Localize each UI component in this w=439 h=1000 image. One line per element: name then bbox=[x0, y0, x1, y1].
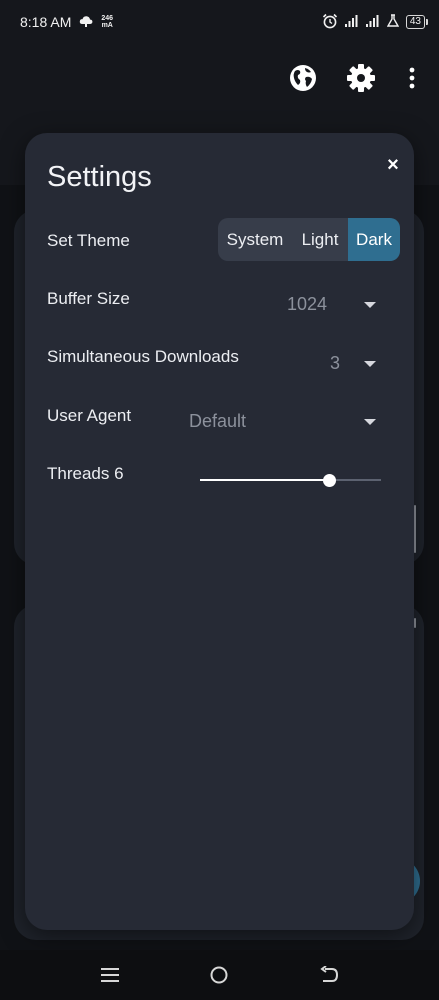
theme-option-dark[interactable]: Dark bbox=[348, 218, 400, 261]
theme-segmented-control: System Light Dark bbox=[218, 218, 400, 261]
background-scrollbar-2 bbox=[414, 618, 416, 628]
globe-icon[interactable] bbox=[287, 62, 319, 94]
status-time: 8:18 AM bbox=[20, 14, 72, 30]
dialog-title: Settings bbox=[47, 161, 152, 193]
buffer-size-label: Buffer Size bbox=[47, 289, 130, 308]
threads-label: Threads 6 bbox=[47, 464, 124, 483]
speed-value: 246 bbox=[101, 15, 114, 22]
status-bar: 8:18 AM 246 mA 43 bbox=[0, 0, 439, 44]
speed-unit: mA bbox=[101, 22, 113, 29]
flask-icon bbox=[386, 14, 400, 30]
system-nav-bar bbox=[0, 950, 439, 1000]
home-icon[interactable] bbox=[207, 964, 231, 986]
dropdown-arrow-icon bbox=[364, 302, 376, 308]
background-scrollbar bbox=[414, 505, 416, 553]
user-agent-label: User Agent bbox=[47, 406, 132, 425]
app-toolbar bbox=[0, 44, 439, 114]
user-agent-value: Default bbox=[189, 410, 247, 431]
dropdown-arrow-icon bbox=[364, 419, 376, 425]
theme-label: Set Theme bbox=[47, 231, 130, 250]
user-agent-dropdown[interactable]: Default bbox=[189, 407, 387, 435]
cloud-icon bbox=[79, 14, 93, 30]
back-icon[interactable] bbox=[317, 964, 341, 986]
slider-fill bbox=[200, 479, 329, 481]
battery-indicator: 43 bbox=[405, 15, 429, 29]
alarm-icon bbox=[322, 13, 338, 32]
simultaneous-downloads-label: Simultaneous Downloads bbox=[47, 347, 239, 366]
threads-slider[interactable] bbox=[200, 470, 381, 490]
settings-dialog: Settings × Set Theme System Light Dark B… bbox=[25, 133, 414, 930]
signal-icon-2 bbox=[365, 14, 380, 30]
theme-option-system[interactable]: System bbox=[218, 218, 292, 261]
theme-option-light[interactable]: Light bbox=[292, 218, 348, 261]
signal-icon bbox=[344, 14, 359, 30]
more-vert-icon[interactable] bbox=[396, 62, 428, 94]
simultaneous-downloads-value: 3 bbox=[330, 352, 341, 373]
network-speed: 246 mA bbox=[101, 15, 113, 29]
simultaneous-downloads-dropdown[interactable]: 3 bbox=[330, 349, 387, 377]
buffer-size-dropdown[interactable]: 1024 bbox=[287, 290, 387, 318]
status-left: 8:18 AM 246 mA bbox=[20, 14, 113, 30]
buffer-size-value: 1024 bbox=[287, 293, 328, 314]
menu-icon[interactable] bbox=[98, 964, 122, 986]
gear-icon[interactable] bbox=[345, 62, 377, 94]
slider-thumb[interactable] bbox=[322, 474, 336, 487]
dropdown-arrow-icon bbox=[364, 361, 376, 367]
close-icon[interactable]: × bbox=[381, 153, 405, 177]
status-right: 43 bbox=[322, 13, 429, 32]
